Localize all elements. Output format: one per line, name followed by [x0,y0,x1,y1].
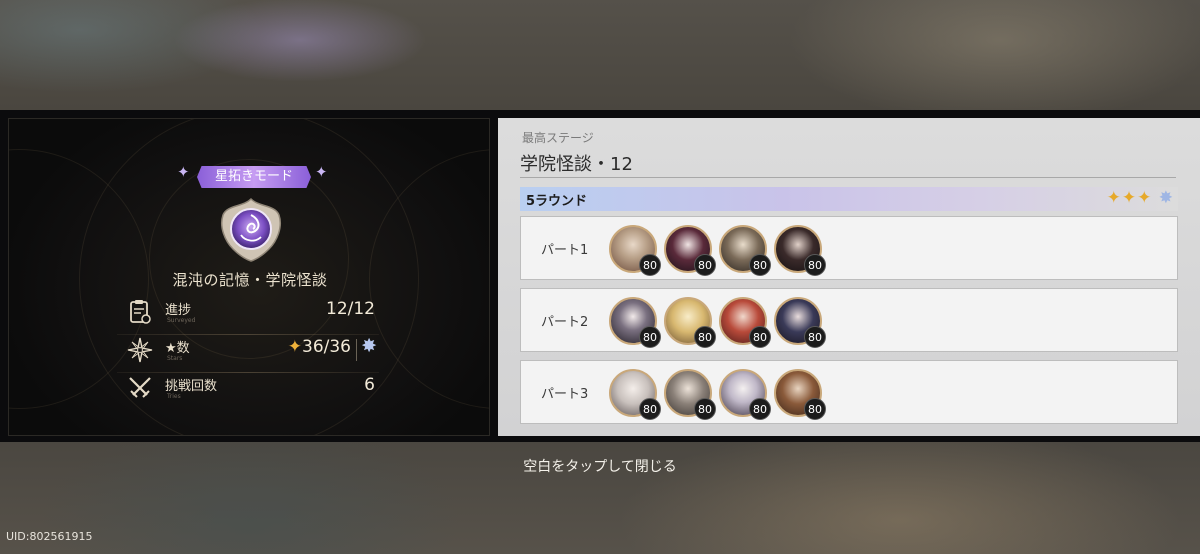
sparkle-icon: ✦ [315,163,328,181]
level-badge: 80 [639,398,661,420]
divider [520,177,1176,178]
level-badge: 80 [804,254,826,276]
level-badge: 80 [804,398,826,420]
sparkle-icon: ✦ [177,163,190,181]
progress-value: 12/12 [326,299,375,319]
round-label: 5ラウンド [526,194,588,209]
level-badge: 80 [804,326,826,348]
level-badge: 80 [749,398,771,420]
progress-label: 進捗 [165,303,192,318]
level-badge: 80 [639,326,661,348]
team-part-row: パート3 80 80 80 80 [520,360,1178,424]
rainbow-star-icon: ✸ [361,335,377,357]
clipboard-icon [130,300,151,324]
rainbow-star-icon: ✸ [1158,188,1174,208]
part-label: パート1 [541,243,589,258]
best-stage-panel: 最高ステージ 学院怪談・12 5ラウンド ✦✦✦ ✸ パート1 80 80 80… [498,118,1200,436]
round-bar: 5ラウンド ✦✦✦ ✸ [520,187,1178,211]
best-stage-label: 最高ステージ [522,131,594,145]
level-badge: 80 [639,254,661,276]
team-part-row: パート1 80 80 80 80 [520,216,1178,280]
tries-label: 挑戦回数 [165,379,218,394]
progress-sublabel: Surveyed [167,317,196,324]
level-badge: 80 [749,254,771,276]
level-badge: 80 [694,398,716,420]
tries-sublabel: Tries [167,393,181,400]
round-stars: ✦✦✦ ✸ [1107,188,1174,208]
crossed-swords-icon [129,377,151,398]
level-badge: 80 [694,254,716,276]
stage-title: 混沌の記憶・学院怪談 [172,271,328,289]
level-badge: 80 [694,326,716,348]
stars-count: 36/36 [302,337,351,357]
gold-star-icon: ✦ [287,337,302,357]
stars-sublabel: Stars [167,355,183,362]
level-badge: 80 [749,326,771,348]
part-label: パート2 [541,315,589,330]
stars-value: ✦36/36 [288,337,351,357]
team-part-row: パート2 80 80 80 80 [520,288,1178,352]
part-label: パート3 [541,387,589,402]
user-id: UID:802561915 [6,530,93,543]
chaos-memory-emblem-icon [221,197,281,262]
gold-stars-icon: ✦✦✦ [1106,188,1153,208]
tries-row: 挑戦回数 Tries 6 [117,367,379,411]
tries-value: 6 [364,375,375,395]
mode-badge: 星拓きモード [197,166,311,188]
best-stage-name: 学院怪談・12 [520,154,633,175]
mode-summary-panel: ✦ 星拓きモード ✦ 混沌の記憶・学院怪談 進捗 Surveyed 12/12 [8,118,490,436]
divider [356,339,357,361]
star-compass-icon [127,337,153,363]
tap-to-close-hint: 空白をタップして閉じる [523,459,677,475]
stars-label: ★数 [165,341,190,356]
